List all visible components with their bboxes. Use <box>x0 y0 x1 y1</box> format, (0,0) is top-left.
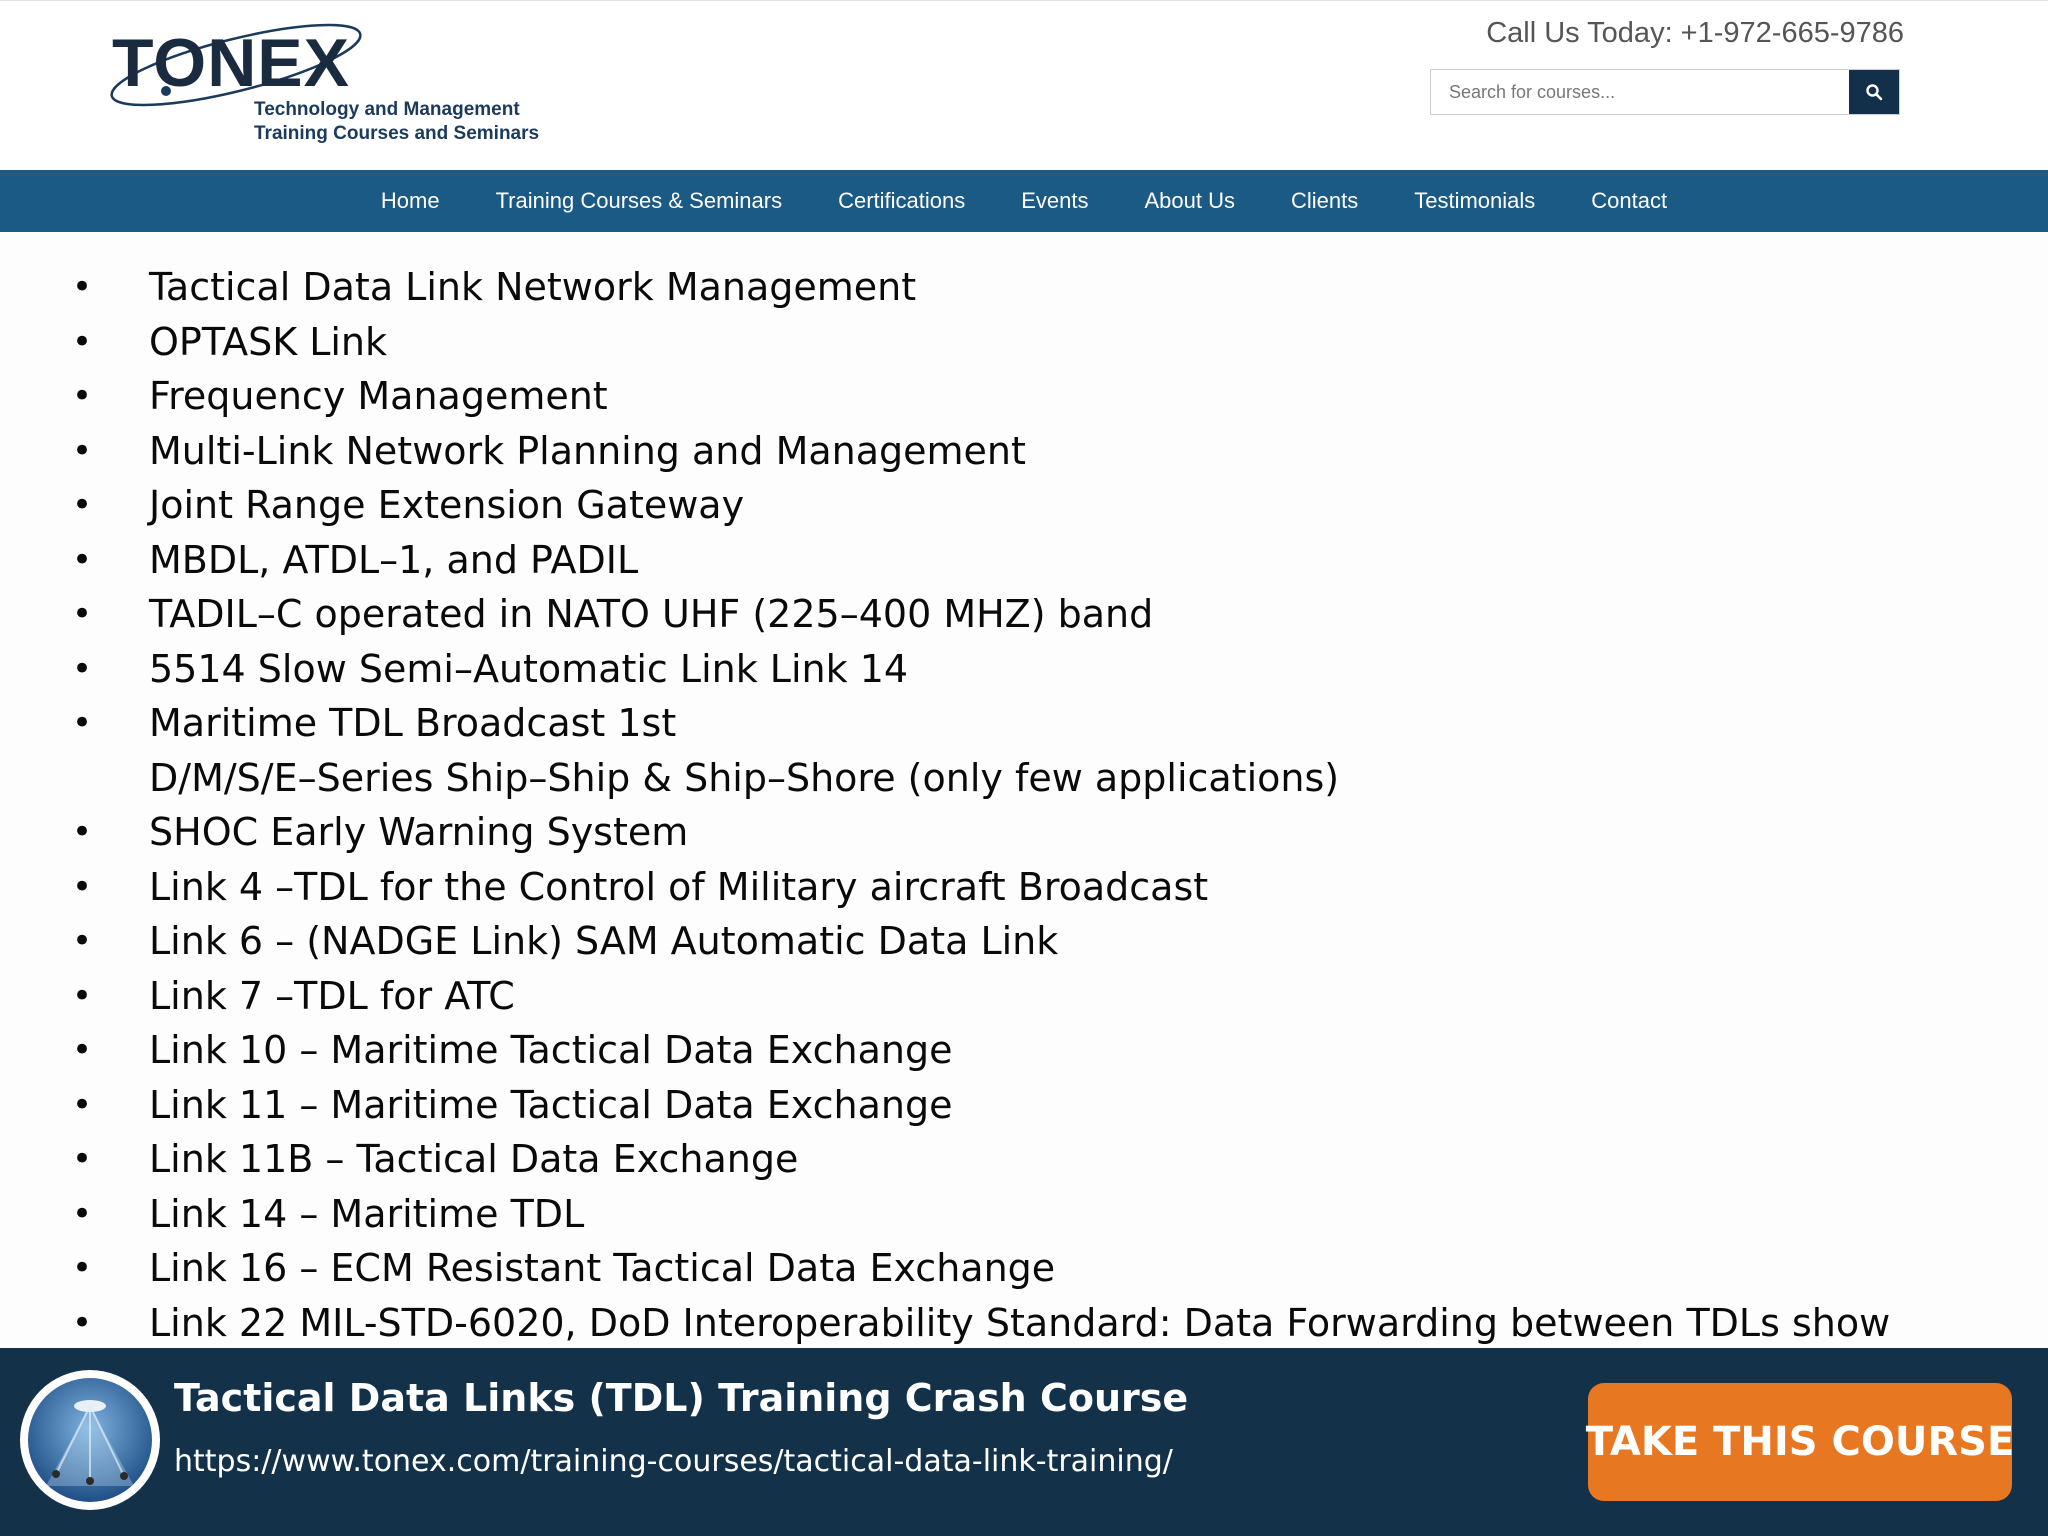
nav-training-courses[interactable]: Training Courses & Seminars <box>468 188 811 214</box>
bullet-icon: • <box>72 321 93 362</box>
list-item: • Link 22 MIL-STD-6020, DoD Interoperabil… <box>0 1296 2048 1349</box>
topic-list: • Tactical Data Link Network Management •… <box>0 260 2048 1348</box>
bullet-icon: • <box>72 703 93 743</box>
course-url-link[interactable]: https://www.tonex.com/training-courses/t… <box>174 1444 1173 1479</box>
nav-clients[interactable]: Clients <box>1263 188 1386 214</box>
list-item: • Multi-Link Network Planning and Managem… <box>0 424 2048 479</box>
list-item-text: OPTASK Link <box>149 319 388 364</box>
list-item: • Link 10 – Maritime Tactical Data Exchan… <box>0 1023 2048 1078</box>
course-title: Tactical Data Links (TDL) Training Crash… <box>174 1376 1189 1420</box>
nav-contact[interactable]: Contact <box>1563 188 1695 214</box>
bullet-icon: • <box>72 1084 93 1125</box>
bullet-icon: • <box>72 921 93 961</box>
list-item-text: Multi-Link Network Planning and Manageme… <box>149 428 1026 473</box>
nav-testimonials[interactable]: Testimonials <box>1386 188 1563 214</box>
list-item: • Link 6 – (NADGE Link) SAM Automatic Dat… <box>0 914 2048 969</box>
bullet-icon: • <box>72 866 93 907</box>
take-this-course-button[interactable]: TAKE THIS COURSE <box>1586 1383 2014 1501</box>
bullet-icon: • <box>72 1302 93 1343</box>
bullet-icon: • <box>72 485 93 525</box>
list-item: • OPTASK Link <box>0 315 2048 370</box>
logo-wordmark: TONEX <box>112 25 351 101</box>
search-box <box>1430 69 1900 115</box>
list-item: • 5514 Slow Semi–Automatic Link Link 14 <box>0 642 2048 697</box>
list-item: • Tactical Data Link Network Management <box>0 260 2048 315</box>
bullet-icon: • <box>72 539 93 580</box>
logo-tagline-line2: Training Courses and Seminars <box>254 123 540 144</box>
bullet-icon: • <box>72 1193 93 1234</box>
list-item-text: Link 14 – Maritime TDL <box>149 1191 585 1236</box>
bullet-icon: • <box>72 430 93 471</box>
list-item-text: Link 6 – (NADGE Link) SAM Automatic Data… <box>149 919 1059 963</box>
search-input[interactable] <box>1431 70 1851 114</box>
search-icon <box>1866 84 1883 101</box>
list-item: • Frequency Management <box>0 369 2048 424</box>
bullet-icon: • <box>72 267 93 307</box>
main-navigation: Home Training Courses & Seminars Certifi… <box>0 170 2048 232</box>
bullet-icon: • <box>72 1030 93 1070</box>
list-item-text: 5514 Slow Semi–Automatic Link Link 14 <box>149 646 909 691</box>
logo-tagline-line1: Technology and Management <box>254 99 520 120</box>
site-header: TONEX Technology and Management Training… <box>0 0 2048 170</box>
list-item-text: Link 7 –TDL for ATC <box>149 973 515 1018</box>
list-item: • MBDL, ATDL–1, and PADIL <box>0 533 2048 588</box>
bullet-icon: • <box>72 1248 93 1288</box>
list-item-continuation: D/M/S/E–Series Ship–Ship & Ship–Shore (o… <box>149 755 1340 800</box>
list-item: • Link 11B – Tactical Data Exchange <box>0 1132 2048 1187</box>
list-item-text: MBDL, ATDL–1, and PADIL <box>149 537 639 582</box>
list-item-text: Maritime TDL Broadcast 1st <box>149 701 677 745</box>
list-item: • Link 7 –TDL for ATC <box>0 969 2048 1024</box>
bullet-icon: • <box>72 376 93 416</box>
list-item-text: SHOC Early Warning System <box>149 810 689 854</box>
list-item-text: Link 10 – Maritime Tactical Data Exchang… <box>149 1028 953 1072</box>
nav-about-us[interactable]: About Us <box>1117 188 1264 214</box>
list-item: • Link 16 – ECM Resistant Tactical Data E… <box>0 1241 2048 1296</box>
tonex-logo[interactable]: TONEX Technology and Management Training… <box>108 7 539 157</box>
list-item: • SHOC Early Warning System <box>0 805 2048 860</box>
course-topics-content: • Tactical Data Link Network Management •… <box>0 232 2048 1348</box>
list-item-text: Link 22 MIL-STD-6020, DoD Interoperabili… <box>149 1300 1891 1345</box>
phone-number[interactable]: Call Us Today: +1-972-665-9786 <box>1486 17 1904 50</box>
list-item-text: Joint Range Extension Gateway <box>149 483 745 527</box>
nav-events[interactable]: Events <box>993 188 1116 214</box>
search-button[interactable] <box>1849 70 1899 114</box>
list-item: • Link 14 – Maritime TDL <box>0 1187 2048 1242</box>
list-item: • Link 11 – Maritime Tactical Data Exchan… <box>0 1078 2048 1133</box>
list-item: • Joint Range Extension Gateway <box>0 478 2048 533</box>
list-item: • Link 4 –TDL for the Control of Military… <box>0 860 2048 915</box>
list-item: • Maritime TDL Broadcast 1st D/M/S/E–Serie… <box>0 696 2048 805</box>
list-item-text: Link 11B – Tactical Data Exchange <box>149 1137 799 1181</box>
list-item-text: Link 16 – ECM Resistant Tactical Data Ex… <box>149 1246 1056 1290</box>
list-item-text: Frequency Management <box>149 374 608 418</box>
bullet-icon: • <box>72 594 93 634</box>
list-item-text: Link 4 –TDL for the Control of Military … <box>149 864 1209 909</box>
bullet-icon: • <box>72 975 93 1016</box>
list-item-text: Tactical Data Link Network Management <box>149 265 917 309</box>
list-item: • TADIL–C operated in NATO UHF (225–400 M… <box>0 587 2048 642</box>
nav-certifications[interactable]: Certifications <box>810 188 993 214</box>
nav-home[interactable]: Home <box>353 188 468 214</box>
course-thumbnail-image <box>28 1378 152 1502</box>
course-thumbnail <box>20 1370 160 1510</box>
bullet-icon: • <box>72 1139 93 1179</box>
course-banner: Tactical Data Links (TDL) Training Crash… <box>0 1348 2048 1536</box>
list-item-text: TADIL–C operated in NATO UHF (225–400 MH… <box>149 592 1154 636</box>
list-item-text: Link 11 – Maritime Tactical Data Exchang… <box>149 1082 953 1127</box>
bullet-icon: • <box>72 648 93 689</box>
bullet-icon: • <box>72 812 93 852</box>
